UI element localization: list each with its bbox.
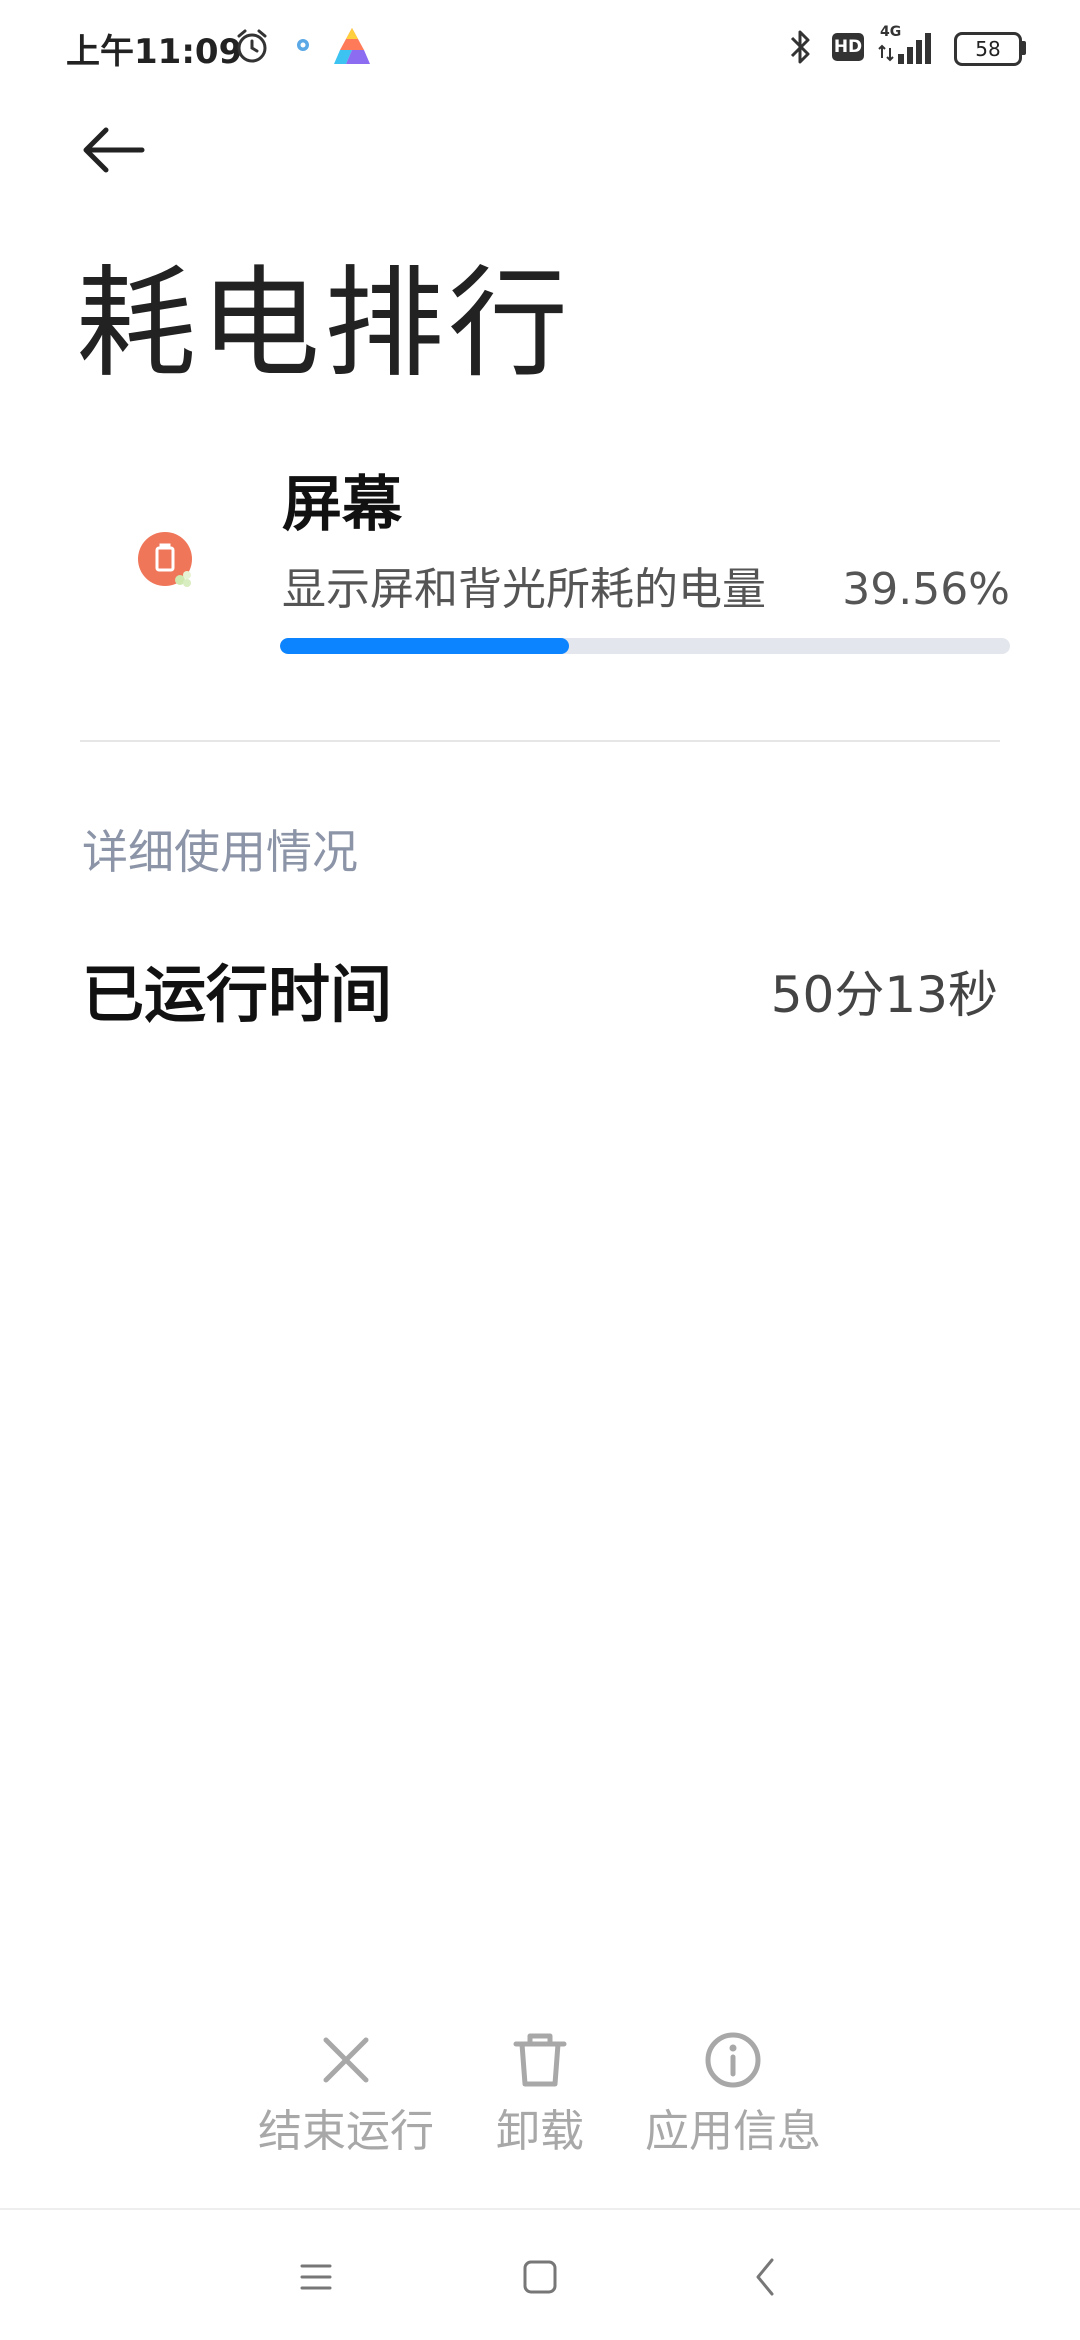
- back-icon: [756, 2258, 774, 2296]
- page-title: 耗电排行: [76, 255, 572, 394]
- section-header: 详细使用情况: [82, 825, 358, 879]
- item-subtitle: 显示屏和背光所耗的电量: [282, 564, 766, 615]
- home-icon: [523, 2260, 557, 2294]
- status-time: 上午11:09: [66, 32, 243, 72]
- uninstall-label: 卸载: [496, 2106, 584, 2157]
- nav-divider: [0, 2208, 1080, 2210]
- stop-running-button[interactable]: 结束运行: [246, 2030, 446, 2160]
- uninstall-button[interactable]: 卸载: [440, 2030, 640, 2160]
- battery-tip: [1022, 41, 1026, 55]
- usage-progress-bar: [280, 638, 1010, 654]
- app-logo-icon: [334, 28, 370, 64]
- app-info-button[interactable]: 应用信息: [633, 2030, 833, 2160]
- stop-running-label: 结束运行: [258, 2106, 434, 2157]
- item-title: 屏幕: [282, 470, 402, 540]
- app-notification-icon: [297, 39, 309, 51]
- nav-back-button[interactable]: [736, 2252, 796, 2302]
- menu-icon: [300, 2264, 332, 2290]
- arrow-left-icon: [83, 127, 145, 173]
- signal-icon: [898, 33, 931, 64]
- nav-menu-button[interactable]: [286, 2252, 346, 2302]
- bluetooth-icon: [790, 30, 810, 64]
- app-info-label: 应用信息: [645, 2106, 821, 2157]
- battery-icon: 58: [954, 32, 1022, 66]
- trash-icon: [513, 2033, 567, 2087]
- battery-level: 58: [975, 37, 1001, 61]
- back-button[interactable]: [80, 126, 150, 186]
- usage-progress-fill: [280, 638, 569, 654]
- detail-row-value: 50分13秒: [770, 966, 998, 1024]
- alarm-icon: [237, 29, 267, 63]
- leaf-decoration-icon: [175, 571, 191, 587]
- item-percent: 39.56%: [842, 564, 1010, 615]
- nav-home-button[interactable]: [510, 2250, 570, 2304]
- hd-badge: HD: [832, 33, 864, 61]
- data-arrows-icon: [878, 44, 894, 62]
- close-icon: [323, 2037, 369, 2083]
- divider: [80, 740, 1000, 742]
- detail-row-label: 已运行时间: [82, 958, 393, 1031]
- info-icon: [705, 2032, 761, 2088]
- status-bar: 上午11:09 HD 4G 58: [0, 0, 1080, 95]
